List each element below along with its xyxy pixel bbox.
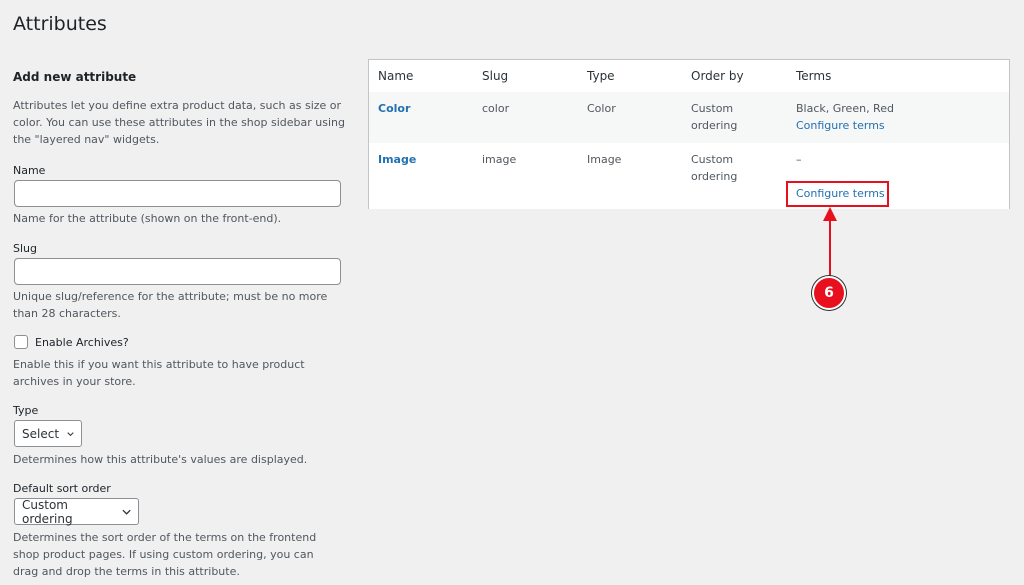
attribute-type: Image [587,153,622,166]
type-help: Determines how this attribute's values a… [13,453,308,466]
attribute-type: Color [587,102,616,115]
attribute-slug: image [482,153,517,166]
configure-terms-link[interactable]: Configure terms [796,117,885,134]
table-row: Image image Image Custom ordering – Conf… [369,143,1009,209]
column-header-slug: Slug [482,69,509,83]
attribute-name-link[interactable]: Color [378,100,410,117]
column-header-order: Order by [691,69,744,83]
sort-label: Default sort order [13,482,111,495]
attribute-order-line1: Custom [691,153,734,166]
attribute-terms: – [796,153,802,166]
chevron-down-icon [67,431,74,436]
enable-archives-checkbox[interactable] [14,335,28,349]
sort-help: Determines the sort order of the terms o… [13,531,317,578]
attribute-order-line1: Custom [691,102,734,115]
chevron-down-icon [122,509,131,515]
page-title: Attributes [13,13,107,35]
highlight-box [786,181,889,207]
sort-select-value: Custom ordering [22,497,73,526]
attribute-order-line2: ordering [691,170,738,183]
attribute-order-line2: ordering [691,119,738,132]
type-label: Type [13,404,39,417]
attributes-table: Name Slug Type Order by Terms Color colo… [368,59,1010,209]
step-marker: 6 [812,276,846,310]
annotation-arrow [823,207,837,278]
table-header: Name Slug Type Order by Terms [369,60,1009,93]
archives-help: Enable this if you want this attribute t… [13,358,305,388]
type-select-value: Select [22,426,60,441]
name-label: Name [13,164,46,177]
slug-help: Unique slug/reference for the attribute;… [13,290,328,320]
attribute-name-link[interactable]: Image [378,151,416,168]
attribute-terms: Black, Green, Red [796,102,894,115]
name-help: Name for the attribute (shown on the fro… [13,212,282,225]
name-input[interactable] [14,180,341,207]
enable-archives-label[interactable]: Enable Archives? [35,336,129,349]
form-intro: Attributes let you define extra product … [13,99,345,146]
slug-input[interactable] [14,258,341,285]
column-header-name: Name [378,69,414,83]
form-heading: Add new attribute [13,70,137,84]
enable-archives-row: Enable Archives? [14,335,129,349]
column-header-type: Type [587,69,615,83]
type-select[interactable]: Select [14,420,82,447]
slug-label: Slug [13,242,37,255]
sort-select[interactable]: Custom ordering [14,497,139,526]
column-header-terms: Terms [796,69,832,83]
attribute-slug: color [482,102,510,115]
table-row: Color color Color Custom ordering Black,… [369,92,1009,143]
